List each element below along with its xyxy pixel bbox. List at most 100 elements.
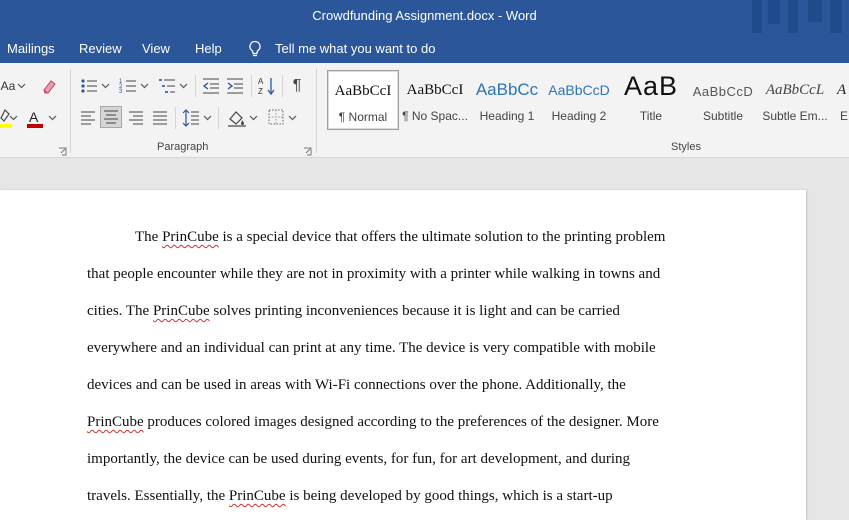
style-label: ¶ No Spac... [402,109,468,123]
style-label: Subtle Em... [762,109,828,123]
misspelled-word[interactable]: PrinCube [229,488,286,504]
text-run: is a special device that offers the ulti… [218,229,666,245]
change-case-button[interactable]: Aa [0,77,18,95]
style-no-spacing[interactable]: AaBbCcI ¶ No Spac... [399,70,471,130]
document-page[interactable]: The PrinCube is a special device that of… [0,190,806,520]
text-line[interactable]: The PrinCube is a special device that of… [87,219,707,256]
svg-text:3: 3 [119,89,123,95]
text-run: travels. Essentially, the [87,488,229,504]
borders-icon[interactable] [268,109,284,125]
separator [251,75,252,97]
style-emphasis[interactable]: A E [831,70,849,130]
body-text[interactable]: The PrinCube is a special device that of… [87,219,707,515]
group-separator [70,69,71,153]
misspelled-word[interactable]: PrinCube [87,414,144,430]
text-line[interactable]: that people encounter while they are not… [87,256,707,293]
chevron-down-icon[interactable] [9,115,18,121]
align-left-icon[interactable] [80,110,96,126]
svg-text:A: A [258,77,264,86]
align-center-icon [104,110,118,124]
chevron-down-icon[interactable] [48,115,57,121]
style-label: Heading 2 [551,109,607,123]
svg-text:Z: Z [258,87,263,96]
tab-mailings[interactable]: Mailings [7,41,55,56]
text-line[interactable]: everywhere and an individual can print a… [87,330,707,367]
decrease-indent-icon[interactable] [202,77,220,95]
svg-text:A: A [29,109,39,125]
clear-formatting-icon[interactable] [40,76,60,96]
misspelled-word[interactable]: PrinCube [153,303,210,319]
justify-icon[interactable] [152,110,168,126]
numbering-icon[interactable]: 1 2 3 [119,77,137,95]
tab-review[interactable]: Review [79,41,122,56]
shading-icon[interactable] [227,108,247,128]
style-sample: A [837,82,847,98]
text-run: everywhere and an individual can print a… [87,340,656,356]
font-color-icon[interactable]: A [26,108,44,130]
text-run: solves printing inconveniences because i… [209,303,620,319]
change-case-icon: Aa [0,79,16,93]
separator [175,107,176,129]
text-line[interactable]: PrinCube produces colored images designe… [87,404,707,441]
misspelled-word[interactable]: PrinCube [162,229,219,245]
text-line[interactable]: cities. The PrinCube solves printing inc… [87,293,707,330]
sort-icon[interactable]: A Z [258,76,276,96]
text-run: produces colored images designed accordi… [143,414,659,430]
title-bar: Crowdfunding Assignment.docx - Word [0,0,849,33]
text-run: cities. The [87,303,153,319]
style-label: Heading 1 [479,109,535,123]
show-hide-formatting-button[interactable]: ¶ [288,76,306,96]
style-title[interactable]: AaB Title [615,70,687,130]
tab-view[interactable]: View [142,41,170,56]
align-center-button[interactable] [100,106,122,128]
chevron-down-icon[interactable] [288,115,297,121]
text-run: that people encounter while they are not… [87,266,661,282]
style-label: Title [639,109,663,123]
style-subtitle[interactable]: AaBbCcD Subtitle [687,70,759,130]
style-heading-2[interactable]: AaBbCcD Heading 2 [543,70,615,130]
text-run: is being developed by good things, which… [285,488,613,504]
text-line[interactable]: travels. Essentially, the PrinCube is be… [87,478,707,515]
style-label: ¶ Normal [338,110,388,124]
style-subtle-emphasis[interactable]: AaBbCcL Subtle Em... [759,70,831,130]
style-sample: AaBbCcI [334,83,392,99]
group-separator [316,69,317,153]
text-line[interactable]: importantly, the device can be used duri… [87,441,707,478]
dialog-launcher-icon [59,147,67,156]
lightbulb-icon[interactable] [247,40,263,58]
chevron-down-icon[interactable] [179,83,188,89]
separator [195,75,196,97]
document-area: The PrinCube is a special device that of… [0,158,849,520]
show-hide-formatting-icon: ¶ [292,77,302,94]
ribbon-tabs: Mailings Review View Help Tell me what y… [0,33,849,63]
style-heading-1[interactable]: AaBbCc Heading 1 [471,70,543,130]
window-title: Crowdfunding Assignment.docx - Word [312,8,537,23]
style-label: Subtitle [702,109,744,123]
text-run: devices and can be used in areas with Wi… [87,377,626,393]
text-run: importantly, the device can be used duri… [87,451,631,467]
bullets-icon[interactable] [80,77,98,95]
style-sample: AaBbCcI [406,82,464,98]
chevron-down-icon[interactable] [17,83,26,89]
line-spacing-icon[interactable] [182,108,200,128]
chevron-down-icon[interactable] [249,115,258,121]
tell-me-search[interactable]: Tell me what you want to do [275,41,435,56]
increase-indent-icon[interactable] [226,77,244,95]
chevron-down-icon[interactable] [140,83,149,89]
font-dialog-launcher[interactable] [58,143,67,156]
style-sample: AaBbCcD [548,82,610,98]
ribbon: Aa A 1 2 3 A Z ¶ Paragraph AaBbCcI ¶ Nor… [0,63,849,158]
text-line[interactable]: devices and can be used in areas with Wi… [87,367,707,404]
styles-gallery: AaBbCcI ¶ Normal AaBbCcI ¶ No Spac... Aa… [325,70,849,132]
separator [282,75,283,97]
paragraph-group-label: Paragraph [157,141,209,153]
chevron-down-icon[interactable] [101,83,110,89]
text-run: The [135,229,163,245]
align-right-icon[interactable] [128,110,144,126]
chevron-down-icon[interactable] [203,115,212,121]
paragraph-dialog-launcher[interactable] [303,143,312,156]
style-sample: AaBbCcL [765,82,825,98]
multilevel-list-icon[interactable] [158,77,176,95]
tab-help[interactable]: Help [195,41,222,56]
style-normal[interactable]: AaBbCcI ¶ Normal [327,70,399,130]
